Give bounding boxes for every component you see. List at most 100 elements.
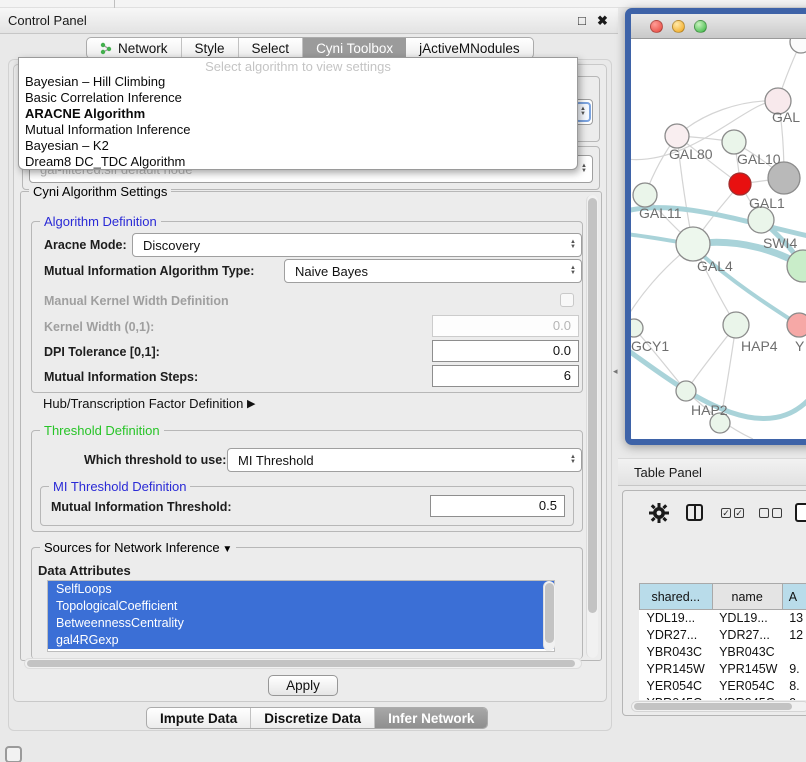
table-row[interactable]: YBR045CYBR045C9. — [640, 695, 806, 701]
tab-impute-data[interactable]: Impute Data — [147, 708, 251, 728]
mi-threshold-group: MI Threshold Definition Mutual Informati… — [40, 486, 574, 526]
dpi-tolerance-input[interactable]: 0.0 — [432, 340, 579, 362]
table-row[interactable]: YER054CYER054C8. — [640, 678, 806, 695]
table-row[interactable]: YDL19...YDL19...13 — [640, 610, 806, 627]
threshold-definition-group: Threshold Definition Which threshold to … — [31, 430, 583, 532]
tab-jactivemnodules[interactable]: jActiveMNodules — [406, 38, 533, 58]
list-item[interactable]: SelfLoops — [48, 581, 554, 598]
algorithm-dropdown-list: Select algorithm to view settings Bayesi… — [18, 57, 578, 170]
control-panel-tabbar: Network Style Select Cyni Toolbox jActiv… — [86, 37, 534, 59]
list-item[interactable]: TopologicalCoefficient — [48, 598, 554, 615]
apply-button[interactable]: Apply — [268, 675, 338, 696]
network-window-titlebar[interactable] — [631, 14, 806, 39]
node-hap4[interactable] — [723, 312, 749, 338]
manual-kernel-label: Manual Kernel Width Definition — [44, 294, 229, 308]
table-row[interactable]: YPR145WYPR145W9. — [640, 661, 806, 678]
column-header[interactable]: A — [782, 584, 806, 610]
network-icon — [100, 42, 113, 55]
cyni-algorithm-settings-group: Cyni Algorithm Settings Algorithm Defini… — [20, 191, 602, 661]
node-gal1[interactable] — [729, 173, 751, 195]
node[interactable] — [790, 39, 806, 53]
list-item[interactable]: gal4RGexp — [48, 632, 554, 649]
tab-discretize-data[interactable]: Discretize Data — [251, 708, 375, 728]
node-hap2[interactable] — [676, 381, 696, 401]
mi-steps-input[interactable]: 6 — [432, 365, 579, 387]
node[interactable] — [787, 313, 806, 337]
table-row[interactable]: YBR043CYBR043C — [640, 644, 806, 661]
stepper-icon: ▲▼ — [565, 260, 581, 282]
tab-network[interactable]: Network — [87, 38, 182, 58]
node-gal4[interactable] — [676, 227, 710, 261]
close-window-icon[interactable]: ✖ — [597, 13, 608, 29]
network-view-window[interactable]: GAL GAL80 GAL10 GAL1 GAL11 SWI4 GAL4 GCY… — [625, 8, 806, 445]
table-horizontal-scrollbar[interactable] — [631, 701, 806, 712]
list-item[interactable]: BetweennessCentrality — [48, 615, 554, 632]
which-threshold-combobox[interactable]: MI Threshold ▲▼ — [227, 448, 582, 472]
dropdown-placeholder: Select algorithm to view settings — [19, 59, 577, 74]
node-table[interactable]: shared... name A YDL19...YDL19...13 YDR2… — [639, 583, 806, 700]
screen: Control Panel □ ✖ Network Style Select C… — [0, 0, 806, 762]
node-label: HAP4 — [741, 338, 778, 354]
node-label: SWI4 — [763, 235, 797, 251]
node-table-clip: shared... name A YDL19...YDL19...13 YDR2… — [631, 537, 806, 700]
minimize-traffic-light-icon[interactable] — [672, 20, 685, 33]
sources-group-title[interactable]: Sources for Network Inference ▼ — [40, 540, 236, 555]
sources-group: Sources for Network Inference ▼ Data Att… — [31, 547, 583, 659]
dropdown-item-selected[interactable]: ARACNE Algorithm — [19, 106, 577, 122]
top-toolbar-strip — [0, 0, 806, 8]
deselect-all-checkboxes-icon[interactable] — [759, 508, 782, 518]
attribute-list-scrollbar[interactable] — [543, 581, 555, 651]
select-all-checkboxes-icon[interactable]: ✓✓ — [721, 508, 744, 518]
mi-threshold-label: Mutual Information Threshold: — [51, 500, 232, 514]
panel-splitter-handle[interactable]: ◂ — [613, 366, 618, 377]
collapse-arrow-icon: ▼ — [220, 544, 233, 555]
dropdown-item[interactable]: Bayesian – Hill Climbing — [19, 74, 577, 90]
mi-type-label: Mutual Information Algorithm Type: — [44, 264, 254, 278]
aracne-mode-label: Aracne Mode: — [44, 238, 127, 252]
close-traffic-light-icon[interactable] — [650, 20, 663, 33]
table-panel-title: Table Panel — [634, 465, 702, 480]
stepper-icon: ▲▼ — [565, 234, 581, 256]
node[interactable] — [787, 250, 806, 282]
manual-kernel-checkbox[interactable] — [560, 293, 574, 307]
hub-definition-toggle[interactable]: Hub/Transcription Factor Definition ▶ — [43, 396, 255, 411]
node-label: GAL — [772, 109, 800, 125]
network-canvas[interactable]: GAL GAL80 GAL10 GAL1 GAL11 SWI4 GAL4 GCY… — [631, 39, 806, 439]
node-gcy1[interactable] — [631, 319, 643, 337]
settings-horizontal-scrollbar[interactable] — [24, 658, 582, 669]
tab-cyni-toolbox[interactable]: Cyni Toolbox — [303, 38, 406, 58]
threshold-definition-title: Threshold Definition — [40, 423, 164, 438]
table-row[interactable]: YDR27...YDR27...12 — [640, 627, 806, 644]
settings-vertical-scrollbar[interactable] — [586, 195, 598, 658]
column-header[interactable]: name — [712, 584, 782, 610]
mi-threshold-input[interactable]: 0.5 — [430, 495, 565, 517]
tab-style[interactable]: Style — [182, 38, 239, 58]
settings-group-title: Cyni Algorithm Settings — [29, 184, 171, 199]
tab-infer-network[interactable]: Infer Network — [375, 708, 487, 728]
node-gal80[interactable] — [665, 124, 689, 148]
data-attributes-list[interactable]: SelfLoops TopologicalCoefficient Between… — [47, 580, 555, 652]
columns-icon[interactable] — [686, 504, 703, 521]
node-label: GAL4 — [697, 258, 733, 274]
data-attributes-label: Data Attributes — [38, 563, 131, 578]
node-label: GAL1 — [749, 195, 785, 211]
bottom-tabbar: Impute Data Discretize Data Infer Networ… — [146, 707, 488, 729]
mi-threshold-group-title: MI Threshold Definition — [49, 479, 190, 494]
table-panel-titlebar: Table Panel — [618, 458, 806, 486]
gear-icon[interactable] — [649, 503, 669, 523]
float-window-icon[interactable]: □ — [578, 13, 586, 28]
kernel-width-input[interactable]: 0.0 — [432, 315, 579, 337]
document-icon[interactable] — [795, 503, 806, 522]
aracne-mode-combobox[interactable]: Discovery ▲▼ — [132, 233, 582, 257]
column-header[interactable]: shared... — [640, 584, 713, 610]
dropdown-item[interactable]: Dream8 DC_TDC Algorithm — [19, 154, 577, 170]
zoom-traffic-light-icon[interactable] — [694, 20, 707, 33]
dropdown-item[interactable]: Bayesian – K2 — [19, 138, 577, 154]
mi-algorithm-type-combobox[interactable]: Naive Bayes ▲▼ — [284, 259, 582, 283]
dpi-tolerance-label: DPI Tolerance [0,1]: — [44, 345, 160, 359]
minimized-panel-icon[interactable] — [5, 746, 22, 762]
node-gal11[interactable] — [633, 183, 657, 207]
tab-select[interactable]: Select — [239, 38, 304, 58]
dropdown-item[interactable]: Mutual Information Inference — [19, 122, 577, 138]
dropdown-item[interactable]: Basic Correlation Inference — [19, 90, 577, 106]
